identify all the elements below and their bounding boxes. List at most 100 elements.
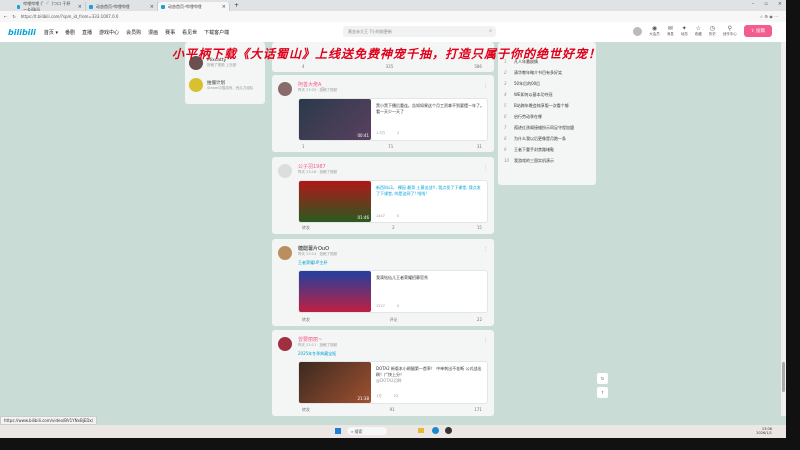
comment-button[interactable]: 335 [386, 64, 394, 69]
feed-post: 糖醋薯片OuO 昨天 23:14 · 投稿了视频 王者荣耀UP主杯 ⋮ 我滴钻仙… [272, 239, 494, 326]
topic-tag[interactable]: 2025年冬季典藏宝瓶 [298, 351, 336, 357]
new-tab-icon[interactable]: + [234, 2, 239, 9]
comment-button[interactable]: 71 [388, 144, 393, 149]
tab-1[interactable]: 哔哩哔哩 (゜-゜)つロ 干杯~-bilibili × [14, 1, 86, 12]
nav-world[interactable]: 看见世 [182, 30, 197, 36]
forward-button[interactable]: 1 [302, 144, 305, 149]
video-card[interactable]: 我滴钻仙儿王者荣耀招募官秀 1227 0 [298, 270, 488, 313]
comment-button[interactable]: 2 [392, 225, 395, 231]
clock[interactable]: 13:06 2026/1/1 [756, 427, 772, 435]
header-history[interactable]: ◷ 历史 [709, 25, 716, 37]
close-tab-icon[interactable]: × [150, 4, 154, 10]
upload-button[interactable]: ⇪ 投稿 [743, 25, 772, 37]
tab-3[interactable]: 动态首页-哔哩哔哩 × [158, 2, 230, 11]
profile-icon[interactable]: ☆ ⚙ ◉ ⋯ [760, 14, 778, 19]
video-thumbnail[interactable]: 21:38 [299, 362, 371, 403]
nav-game[interactable]: 游戏中心 [99, 30, 119, 36]
author-name[interactable]: 曾要丽丽~ [298, 336, 322, 343]
nav-anime[interactable]: 番剧 [65, 30, 75, 36]
bilibili-logo[interactable]: bilibili [8, 28, 36, 37]
more-icon[interactable]: ⋮ [483, 338, 488, 344]
author-name[interactable]: 糖醋薯片OuO [298, 245, 329, 252]
forward-button[interactable]: 4 [302, 64, 305, 69]
video-thumbnail[interactable]: 01:46 [299, 181, 371, 222]
scrollbar-thumb[interactable] [782, 362, 785, 392]
rank: 7 [504, 125, 507, 130]
close-window-icon[interactable]: × [778, 1, 782, 7]
header-creator[interactable]: ⚲ 创作中心 [723, 25, 737, 37]
trending-item[interactable]: 7 孤迹红孩阁接蜡扮示同足守程加盟 [504, 122, 590, 133]
windows-start-icon[interactable] [335, 428, 341, 434]
avatar [189, 78, 203, 92]
like-button[interactable]: 586 [474, 64, 482, 69]
more-icon[interactable]: ⋮ [483, 165, 488, 171]
trending-item[interactable]: 3 50年后的00后 [504, 78, 590, 89]
nav-download[interactable]: 下载客户端 [204, 30, 229, 36]
more-icon[interactable]: ⋮ [483, 247, 488, 253]
header-messages[interactable]: ✉ 消息 [667, 25, 674, 37]
trending-item[interactable]: 8 为什么我以后更像是月跑一条 [504, 133, 590, 144]
app-icon[interactable] [445, 427, 452, 434]
nav-esports[interactable]: 赛事 [165, 30, 175, 36]
forward-button[interactable]: 转发 [302, 407, 310, 413]
header-dynamic[interactable]: ✦ 动态 [681, 25, 688, 37]
author-name[interactable]: 公子羽1987 [298, 163, 326, 170]
close-tab-icon[interactable]: × [222, 4, 226, 10]
search-input[interactable]: 黄金赤大王 7小时前更新 ⌕ [343, 26, 496, 37]
nav-live[interactable]: 直播 [82, 30, 92, 36]
like-button[interactable]: 15 [477, 225, 482, 231]
sub: Steam中国游戏，西瓜刀组队 [207, 85, 254, 90]
nav-manga[interactable]: 漫画 [148, 30, 158, 36]
trending-item[interactable]: 2 清华教年略介书目有多好笑 [504, 67, 590, 78]
mention[interactable]: @DOTA2回眸 [376, 378, 402, 383]
user-avatar[interactable] [633, 26, 643, 36]
search-icon[interactable]: ⌕ [489, 28, 492, 34]
forward-button[interactable]: 转发 [302, 225, 310, 231]
forward-button[interactable]: 转发 [302, 317, 310, 323]
trending-item[interactable]: 9 王者下重手封禁路堵鞋 [504, 144, 590, 155]
scrollbar[interactable] [781, 42, 786, 416]
header-favorites[interactable]: ☆ 收藏 [695, 25, 702, 37]
video-card[interactable]: 00:41 黑小黑下播后重连。告知如果这个月工资拿不到要摆一年了。看一天少一天了 1… [298, 98, 488, 141]
author-name[interactable]: 阿善大佬A_ [298, 81, 324, 88]
avatar[interactable] [278, 164, 292, 178]
refresh-button[interactable]: ↻ [597, 373, 608, 384]
video-thumbnail[interactable]: 00:41 [299, 99, 371, 140]
back-to-top-button[interactable]: ↑ [597, 387, 608, 398]
video-title: 黑小黑下播后重连。告知如果这个月工资拿不到要摆一年了。看一天少一天了 [376, 103, 484, 114]
comment-button[interactable]: 91 [390, 407, 395, 413]
header-vip[interactable]: ◉ 大会员 [649, 25, 660, 37]
close-tab-icon[interactable]: × [78, 4, 82, 10]
video-card[interactable]: 01:46 新西科s3。 裸因 最哥 土黄出战!!, 我点发了下课堂, 我点发了下… [298, 180, 488, 223]
like-button[interactable]: 31 [477, 144, 482, 149]
trending-item[interactable]: 4 WE如何以基本功夺冠 [504, 89, 590, 100]
url-input[interactable]: https://t.bilibili.com/?spm_id_from=333.… [21, 14, 119, 19]
avatar[interactable] [278, 246, 292, 260]
avatar[interactable] [278, 337, 292, 351]
nav-home[interactable]: 首页 ▾ [44, 30, 58, 36]
post-time: 昨天 23:25 · 投稿了视频 [298, 88, 338, 92]
trending-item[interactable]: 6 启行劳动季在哪 [504, 111, 590, 122]
following-item[interactable]: 拍僵计划 Steam中国游戏，西瓜刀组队 [185, 74, 265, 96]
video-card[interactable]: 21:38 DOTA2 新版本小刷腿第一首率！ 中单刺出不花断 公式战出刷！广快上… [298, 361, 488, 404]
nav-mall[interactable]: 会员购 [126, 30, 141, 36]
maximize-icon[interactable]: ▫ [764, 1, 767, 7]
like-button[interactable]: 171 [474, 407, 482, 413]
like-button[interactable]: 22 [477, 317, 482, 323]
reload-icon[interactable]: ↻ [12, 14, 15, 19]
trending-item[interactable]: 5 B站跨年晚会纯享版一次看个够 [504, 100, 590, 111]
more-icon[interactable]: ⋮ [483, 83, 488, 89]
minimize-icon[interactable]: – [752, 1, 755, 7]
bilibili-favicon-icon [89, 4, 93, 9]
trending-item[interactable]: 10 我游戏的三国实机演示 [504, 155, 590, 166]
taskbar-search[interactable]: ⌕ 搜索 [347, 427, 387, 435]
back-icon[interactable]: ← [4, 14, 7, 19]
topic-tag[interactable]: 王者荣耀UP主杯 [298, 260, 327, 266]
main-nav: 首页 ▾ 番剧 直播 游戏中心 会员购 漫画 赛事 看见世 下载客户端 [44, 29, 236, 36]
avatar[interactable] [278, 82, 292, 96]
tab-2[interactable]: 动态首页-哔哩哔哩 × [86, 2, 158, 11]
edge-icon[interactable] [432, 427, 439, 434]
folder-icon[interactable] [418, 428, 424, 433]
comment-button[interactable]: 评论 [389, 317, 397, 323]
video-thumbnail[interactable] [299, 271, 371, 312]
